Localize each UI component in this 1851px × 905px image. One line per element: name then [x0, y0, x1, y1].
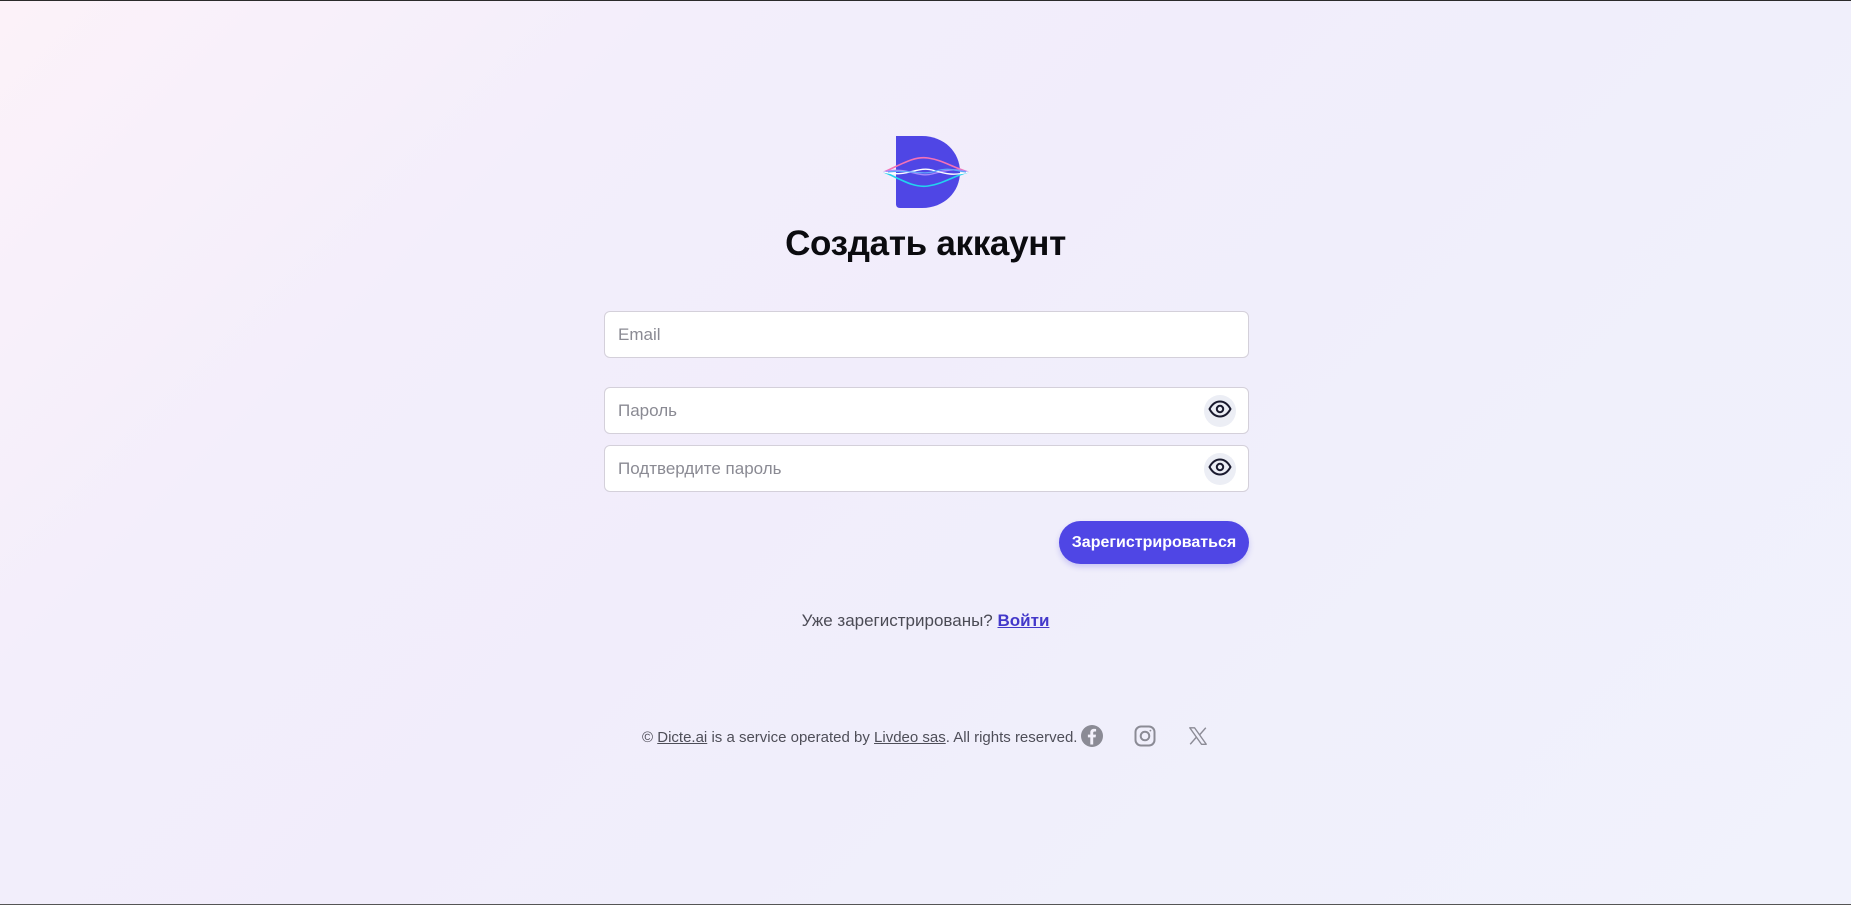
confirm-password-field[interactable] — [605, 446, 1248, 491]
toggle-password-visibility-button[interactable] — [1204, 395, 1236, 427]
register-button[interactable]: Зарегистрироваться — [1059, 521, 1249, 564]
email-field-wrapper — [604, 311, 1249, 358]
copyright-symbol: © — [642, 729, 654, 746]
password-field-wrapper — [604, 387, 1249, 434]
footer-rights-text: . All rights reserved. — [945, 729, 1078, 746]
email-field[interactable] — [605, 312, 1248, 357]
window-top-border — [0, 0, 1851, 1]
signin-prompt-line: Уже зарегистрированы? Войти — [0, 611, 1851, 631]
signin-prompt-text: Уже зарегистрированы? — [801, 611, 993, 630]
instagram-link[interactable] — [1132, 725, 1158, 751]
footer-middle-text: is a service operated by — [711, 729, 870, 746]
password-field[interactable] — [605, 388, 1248, 433]
facebook-link[interactable] — [1079, 724, 1105, 753]
company-link[interactable]: Livdeo sas — [874, 729, 946, 746]
confirm-password-field-wrapper — [604, 445, 1249, 492]
brand-link[interactable]: Dicte.ai — [657, 729, 707, 746]
page-title: Создать аккаунт — [785, 224, 1066, 263]
eye-icon — [1208, 397, 1232, 426]
instagram-icon — [1133, 724, 1157, 753]
footer-copyright: © Dicte.ai is a service operated by Livd… — [642, 729, 1077, 746]
facebook-icon — [1080, 724, 1104, 753]
toggle-confirm-password-visibility-button[interactable] — [1204, 453, 1236, 485]
x-icon — [1187, 725, 1209, 752]
x-link[interactable] — [1185, 725, 1211, 751]
signin-link[interactable]: Войти — [998, 611, 1050, 630]
dicte-logo — [882, 134, 970, 210]
eye-icon — [1208, 455, 1232, 484]
